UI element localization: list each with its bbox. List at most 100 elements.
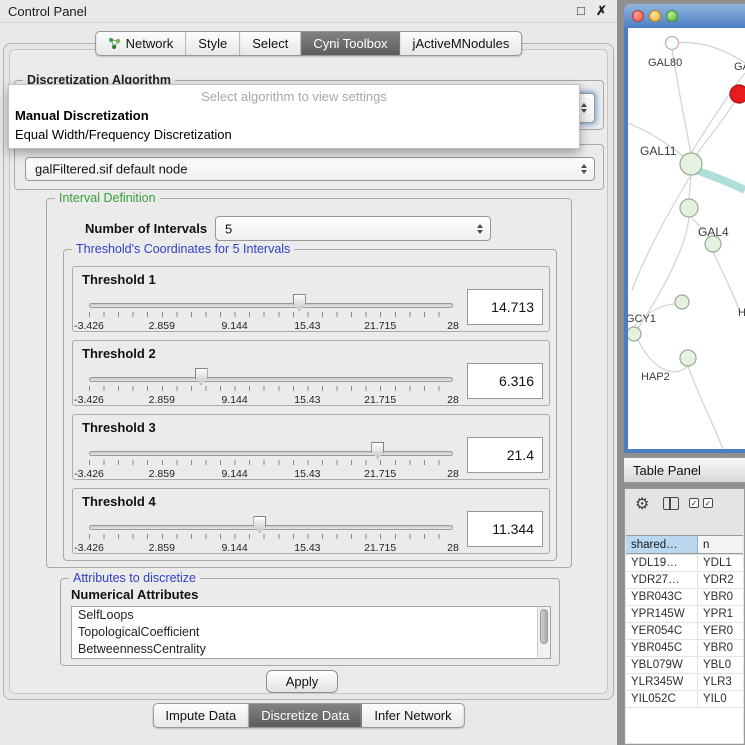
table-row[interactable]: YBL079W YBL0 — [626, 657, 743, 674]
network-node-gal80[interactable] — [666, 37, 679, 50]
threshold-4-value-field[interactable]: 11.344 — [467, 511, 543, 547]
tab-style[interactable]: Style — [186, 32, 240, 55]
cell-shared-name: YBR043C — [626, 589, 698, 605]
slider-track[interactable] — [89, 451, 453, 456]
slider-thumb[interactable] — [371, 442, 384, 459]
table-row[interactable]: YPR145W YPR1 — [626, 606, 743, 623]
scale-label: 21.715 — [364, 394, 396, 406]
network-node-gal4[interactable] — [680, 199, 698, 217]
tab-select-label: Select — [252, 36, 288, 51]
list-item-selfloops[interactable]: SelfLoops — [72, 607, 550, 624]
attributes-list: SelfLoops TopologicalCoefficient Between… — [71, 606, 551, 659]
threshold-2-slider[interactable]: -3.426 2.859 9.144 15.43 21.715 28 — [87, 365, 455, 405]
zoom-traffic-light-icon[interactable] — [666, 10, 678, 22]
cell-shared-name: YDR27… — [626, 572, 698, 588]
list-item-topologicalcoefficient[interactable]: TopologicalCoefficient — [72, 624, 550, 641]
threshold-3-value-field[interactable]: 21.4 — [467, 437, 543, 473]
network-icon — [108, 37, 121, 50]
threshold-1-label: Threshold 1 — [82, 272, 156, 287]
tab-cyni-toolbox[interactable]: Cyni Toolbox — [301, 32, 400, 55]
select-all-checkbox-icon[interactable]: ✓ — [689, 498, 699, 508]
table-toolbar: ⚙ ✓ ✓ — [625, 491, 744, 517]
cell-shared-name: YLR345W — [626, 674, 698, 690]
combo-arrows-icon — [477, 224, 483, 234]
control-panel: Control Panel □ ✗ Network Style S — [0, 0, 617, 745]
threshold-1-value-field[interactable]: 14.713 — [467, 289, 543, 325]
node-label-gal11: GAL11 — [640, 144, 677, 158]
gear-icon[interactable]: ⚙ — [635, 494, 649, 514]
table-row[interactable]: YBR045C YBR0 — [626, 640, 743, 657]
network-view-window: GAL80 GA GAL11 GAL4 GCY1 H HAP2 — [624, 4, 745, 453]
scale-label: 28 — [447, 320, 459, 332]
table-data-combobox[interactable]: galFiltered.sif default node — [25, 157, 595, 181]
cell-shared-name: YDL19… — [626, 555, 698, 571]
network-canvas[interactable]: GAL80 GA GAL11 GAL4 GCY1 H HAP2 — [628, 28, 745, 449]
network-node-selected-red[interactable] — [730, 85, 745, 103]
slider-track[interactable] — [89, 525, 453, 530]
slider-thumb[interactable] — [253, 516, 266, 533]
threshold-3-box: Threshold 3 -3.426 2.859 9.144 15.43 21.… — [72, 414, 550, 480]
thresholds-group-title: Threshold's Coordinates for 5 Intervals — [72, 242, 294, 256]
list-item-betweennesscentrality[interactable]: BetweennessCentrality — [72, 641, 550, 658]
table-row[interactable]: YBR043C YBR0 — [626, 589, 743, 606]
close-traffic-light-icon[interactable] — [632, 10, 644, 22]
scale-label: 9.144 — [221, 542, 247, 554]
table-row[interactable]: YDL19… YDL1 — [626, 555, 743, 572]
threshold-3-slider[interactable]: -3.426 2.859 9.144 15.43 21.715 28 — [87, 439, 455, 479]
node-label-gcy1: GCY1 — [628, 313, 656, 325]
table-row[interactable]: YDR27… YDR2 — [626, 572, 743, 589]
threshold-2-value-field[interactable]: 6.316 — [467, 363, 543, 399]
float-window-icon[interactable]: □ — [577, 3, 585, 18]
table-row[interactable]: YIL052C YIL0 — [626, 691, 743, 708]
screen: Control Panel □ ✗ Network Style S — [0, 0, 745, 745]
columns-icon[interactable] — [663, 497, 679, 510]
algorithm-dropdown: Select algorithm to view settings Manual… — [8, 84, 580, 149]
threshold-4-slider[interactable]: -3.426 2.859 9.144 15.43 21.715 28 — [87, 513, 455, 553]
tab-network[interactable]: Network — [96, 32, 187, 55]
tab-infer-network[interactable]: Infer Network — [362, 704, 463, 727]
scale-label: 28 — [447, 394, 459, 406]
slider-track[interactable] — [89, 377, 453, 382]
scrollbar-thumb[interactable] — [540, 609, 548, 644]
slider-track[interactable] — [89, 303, 453, 308]
tab-jactivemnodules[interactable]: jActiveMNodules — [401, 32, 522, 55]
tab-select[interactable]: Select — [240, 32, 301, 55]
table-row[interactable]: YLR345W YLR3 — [626, 674, 743, 691]
threshold-4-box: Threshold 4 -3.426 2.859 9.144 15.43 21.… — [72, 488, 550, 554]
cell-shared-name: YBR045C — [626, 640, 698, 656]
minimize-traffic-light-icon[interactable] — [649, 10, 661, 22]
network-node-gcy1[interactable] — [628, 327, 641, 341]
tab-discretize-data[interactable]: Discretize Data — [249, 704, 362, 727]
scale-label: -3.426 — [74, 468, 104, 480]
scale-label: 9.144 — [221, 394, 247, 406]
slider-thumb[interactable] — [195, 368, 208, 385]
combo-arrows-icon — [581, 103, 587, 113]
threshold-1-slider[interactable]: -3.426 2.859 9.144 15.43 21.715 28 — [87, 291, 455, 331]
number-of-intervals-combobox[interactable]: 5 — [215, 216, 491, 241]
list-scrollbar[interactable] — [537, 607, 550, 658]
tab-discretize-data-label: Discretize Data — [261, 708, 349, 723]
close-icon[interactable]: ✗ — [596, 3, 607, 19]
number-of-intervals-label: Number of Intervals — [85, 221, 207, 236]
cell-shared-name: YPR145W — [626, 606, 698, 622]
node-label-hap2: HAP2 — [641, 371, 670, 383]
network-window-titlebar — [624, 4, 745, 28]
cell-name: YER0 — [698, 623, 743, 639]
column-header-shared-name[interactable]: shared… — [626, 536, 698, 553]
column-header-name[interactable]: n — [698, 536, 743, 553]
threshold-4-label: Threshold 4 — [82, 494, 156, 509]
dropdown-option-equal-width-frequency[interactable]: Equal Width/Frequency Discretization — [9, 125, 579, 144]
tab-network-label: Network — [126, 36, 174, 51]
right-region: GAL80 GA GAL11 GAL4 GCY1 H HAP2 Table Pa… — [617, 0, 745, 745]
slider-thumb[interactable] — [293, 294, 306, 311]
tab-impute-data[interactable]: Impute Data — [153, 704, 249, 727]
select-none-checkbox-icon[interactable]: ✓ — [703, 498, 713, 508]
apply-button[interactable]: Apply — [266, 670, 338, 693]
table-data-group: Table Data galFiltered.sif default node — [14, 144, 604, 190]
network-node[interactable] — [675, 295, 689, 309]
table-body: YDL19… YDL1 YDR27… YDR2 YBR043C YBR0 YPR… — [626, 555, 743, 743]
table-row[interactable]: YER054C YER0 — [626, 623, 743, 640]
network-node-gal11[interactable] — [680, 153, 702, 175]
network-node-hap2[interactable] — [680, 350, 696, 366]
dropdown-option-manual-discretization[interactable]: Manual Discretization — [9, 106, 579, 125]
